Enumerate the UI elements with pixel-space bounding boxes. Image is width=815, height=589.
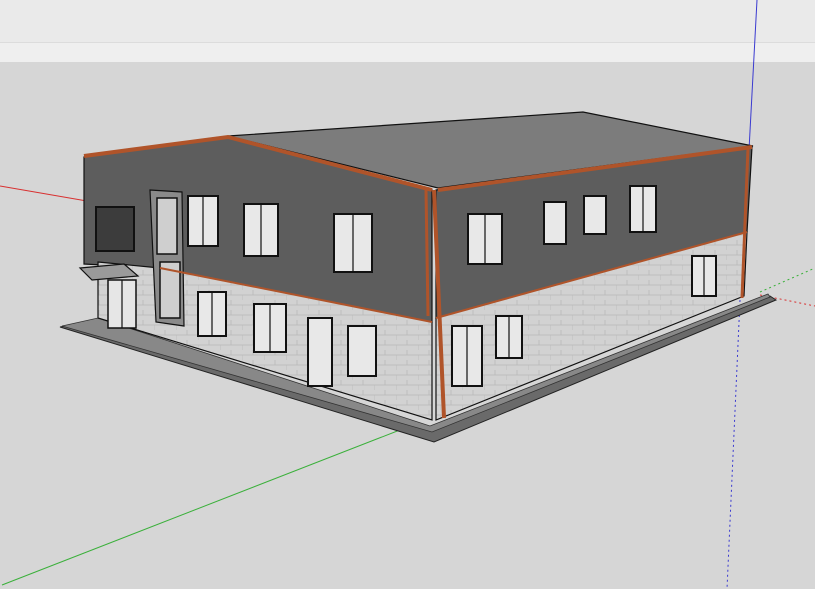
corner-post-left — [424, 189, 430, 317]
sign-panel — [95, 206, 135, 252]
blue-axis-dotted — [726, 299, 741, 589]
model-viewport[interactable] — [0, 0, 815, 589]
front-door[interactable] — [307, 317, 333, 387]
stair-window-top — [156, 197, 178, 255]
green-axis — [1, 427, 406, 586]
green-axis-dotted — [759, 267, 815, 293]
blue-axis — [748, 0, 758, 151]
